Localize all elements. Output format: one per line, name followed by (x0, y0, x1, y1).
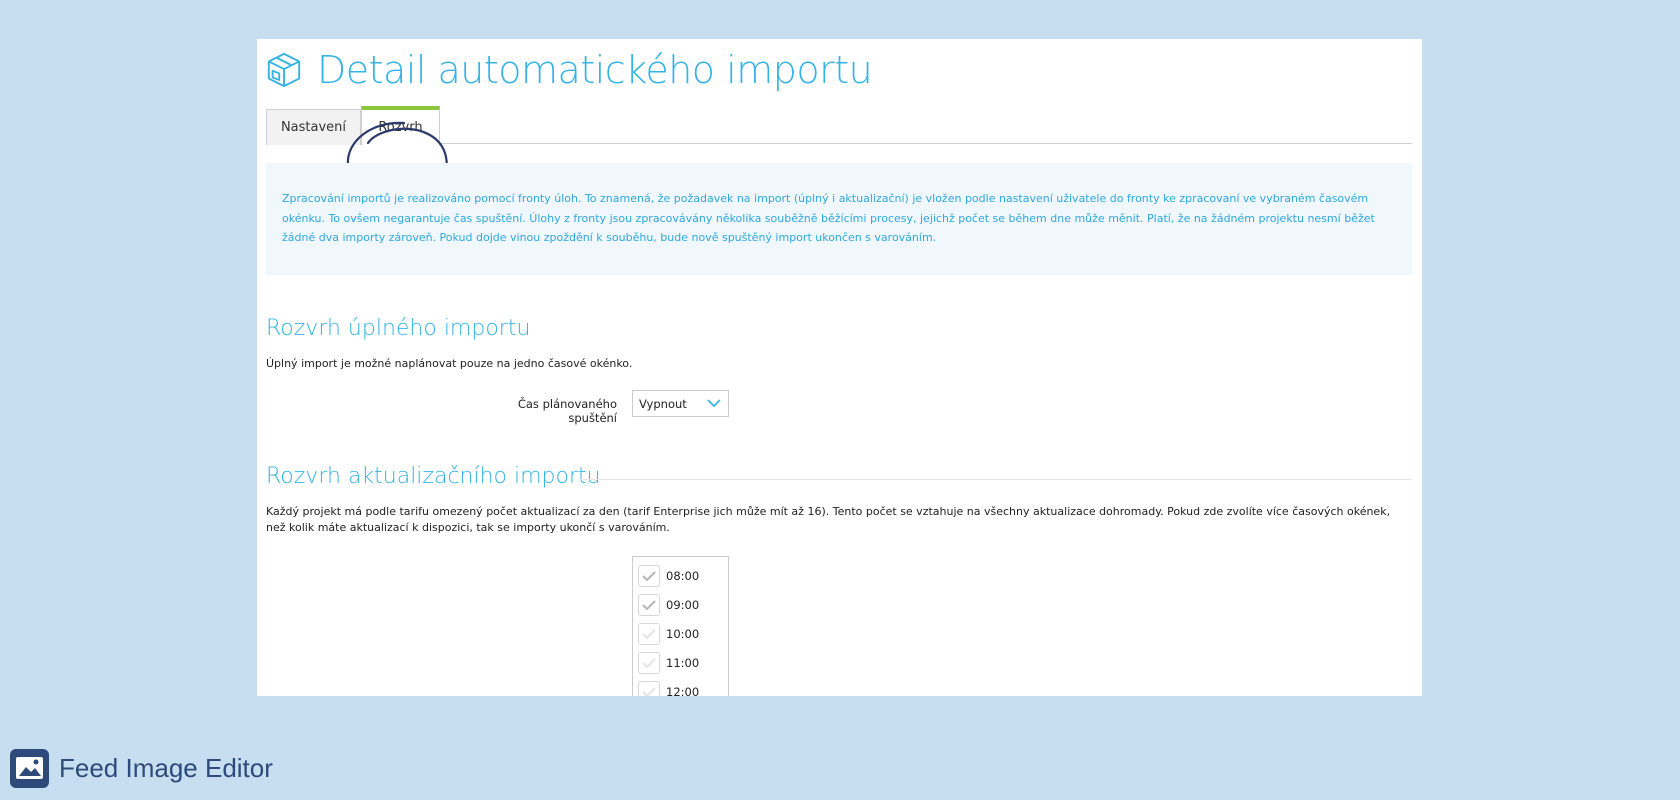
section-divider (579, 479, 1412, 480)
footer-brand: Feed Image Editor (10, 748, 273, 788)
footer-label: Feed Image Editor (59, 752, 273, 783)
time-option-label: 10:00 (666, 626, 700, 641)
checkbox[interactable] (638, 564, 660, 587)
check-icon (642, 657, 656, 668)
time-option-label: 12:00 (666, 684, 700, 697)
time-checklist: 08:00 09:00 10:00 11:00 12:00 (632, 556, 729, 696)
check-icon (642, 686, 656, 696)
checkbox[interactable] (638, 593, 660, 616)
time-select[interactable]: Vypnout (632, 390, 729, 417)
update-import-title: Rozvrh aktualizačního importu (266, 464, 601, 489)
time-option-label: 09:00 (666, 597, 700, 612)
page-title: Detail automatického importu (317, 48, 873, 92)
time-option[interactable]: 09:00 (633, 590, 728, 619)
full-import-title: Rozvrh úplného importu (266, 316, 531, 341)
page-header: Detail automatického importu (265, 44, 873, 96)
image-icon (10, 748, 49, 788)
tab-nastaveni[interactable]: Nastavení (266, 109, 361, 145)
tab-rozvrh[interactable]: Rozvrh (361, 106, 440, 146)
check-icon (642, 599, 656, 610)
import-detail-panel: Detail automatického importu Nastavení R… (257, 39, 1422, 696)
time-option[interactable]: 10:00 (633, 619, 728, 648)
chevron-down-icon (707, 399, 721, 408)
time-option-label: 11:00 (666, 655, 700, 670)
time-option[interactable]: 12:00 (633, 677, 728, 696)
check-icon (642, 570, 656, 581)
time-option-label: 08:00 (666, 568, 700, 583)
time-label: Čas plánovaného spuštění (517, 397, 617, 425)
time-option[interactable]: 11:00 (633, 648, 728, 677)
full-import-description: Úplný import je možné naplánovat pouze n… (266, 357, 633, 370)
tab-bar: Nastavení Rozvrh (266, 106, 1412, 146)
update-import-description: Každý projekt má podle tarifu omezený po… (266, 505, 1391, 534)
box-icon (267, 52, 301, 88)
info-box: Zpracování importů je realizováno pomocí… (266, 163, 1412, 275)
check-icon (642, 628, 656, 639)
checkbox[interactable] (638, 651, 660, 674)
checkbox[interactable] (638, 680, 660, 696)
checkbox[interactable] (638, 622, 660, 645)
time-option[interactable]: 08:00 (633, 561, 728, 590)
info-text: Zpracování importů je realizováno pomocí… (282, 192, 1375, 244)
time-select-value: Vypnout (639, 396, 687, 411)
